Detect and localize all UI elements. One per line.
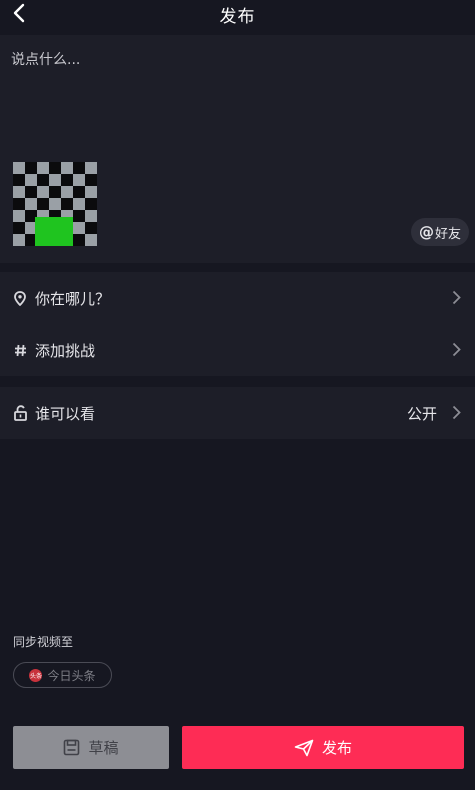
hashtag-icon [13,342,27,358]
location-row[interactable]: 你在哪儿？ [0,272,475,324]
mention-friend-label: 好友 [434,226,461,242]
unlock-icon [13,405,27,421]
location-label: 你在哪儿？ [35,289,111,308]
draft-button[interactable]: 草稿 [13,726,169,769]
caption-input[interactable]: 说点什么... [11,49,80,69]
challenge-label: 添加挑战 [35,341,96,360]
sync-label: 同步视频至 [13,635,74,649]
chevron-right-icon [452,290,461,305]
mention-friend-button[interactable]: @ 好友 [410,218,469,246]
publish-button[interactable]: 发布 [182,726,464,769]
toutiao-sync-toggle[interactable]: 头条 今日头条 [13,662,112,688]
thumbnail-green-block [35,217,73,246]
at-icon: @ [418,223,434,241]
toutiao-logo-icon: 头条 [29,668,43,682]
toutiao-label: 今日头条 [47,668,96,683]
page-title: 发布 [219,7,256,27]
challenge-row[interactable]: 添加挑战 [0,324,475,376]
send-icon [294,739,314,756]
options-group: 你在哪儿？ 添加挑战 [0,272,475,376]
compose-panel: 说点什么... @ 好友 [0,35,475,263]
draft-label: 草稿 [88,739,119,757]
visibility-group: 谁可以看 公开 [0,387,475,439]
visibility-value: 公开 [406,404,437,423]
location-pin-icon [13,290,27,306]
chevron-right-icon [452,405,461,420]
chevron-right-icon [452,342,461,357]
publish-label: 发布 [321,739,352,757]
top-bar: 发布 [0,0,475,30]
visibility-row[interactable]: 谁可以看 公开 [0,387,475,439]
video-thumbnail[interactable] [13,162,97,246]
save-draft-icon [64,739,80,756]
visibility-label: 谁可以看 [35,404,96,423]
